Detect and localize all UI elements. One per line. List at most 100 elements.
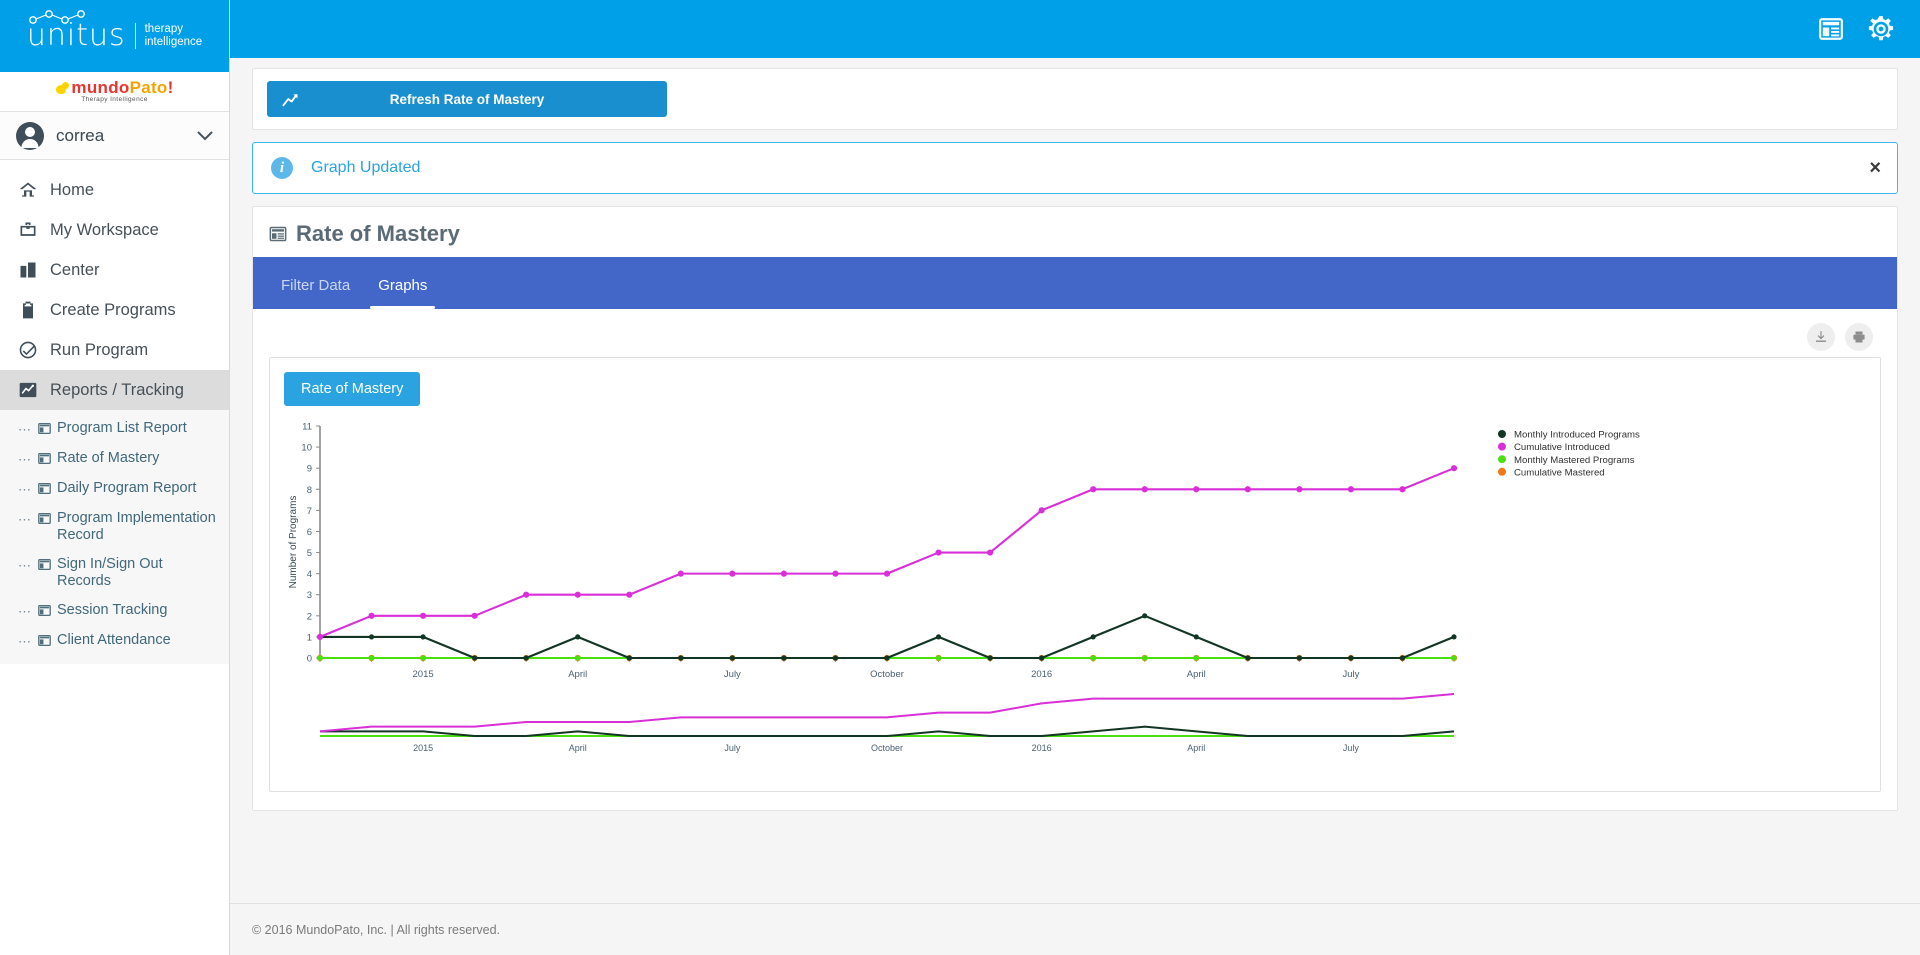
reports-subnav: ⋯ Program List Report ⋯ Rate of Mastery …	[0, 410, 229, 664]
refresh-rate-of-mastery-button[interactable]: Refresh Rate of Mastery	[267, 81, 667, 117]
legend-marker[interactable]	[1498, 467, 1506, 476]
series-point	[1039, 655, 1045, 661]
sidebar-subitem-label: Program Implementation Record	[57, 510, 216, 543]
tab-graphs[interactable]: Graphs	[364, 278, 441, 309]
sidebar-item-center[interactable]: Center	[0, 250, 229, 290]
chart-line-icon	[18, 380, 38, 400]
x-tick-label: 2016	[1031, 669, 1052, 680]
close-icon[interactable]: ×	[1869, 158, 1881, 178]
user-menu[interactable]: correa	[0, 112, 229, 160]
legend-label[interactable]: Cumulative Mastered	[1514, 467, 1605, 478]
legend-label[interactable]: Cumulative Introduced	[1514, 442, 1610, 453]
sidebar-item-sign-in-sign-out-records[interactable]: ⋯ Sign In/Sign Out Records	[0, 550, 229, 596]
navigator-x-tick-label: April	[569, 743, 587, 753]
series-point	[419, 612, 427, 619]
topbar	[230, 0, 1920, 58]
legend-marker[interactable]	[1498, 442, 1506, 451]
series-point	[574, 591, 581, 598]
print-icon[interactable]	[1845, 323, 1873, 351]
legend-label[interactable]: Monthly Introduced Programs	[1514, 430, 1640, 441]
navigator-x-tick-label: July	[724, 743, 741, 753]
navigator-x-tick-label: 2016	[1032, 743, 1052, 753]
panel-tabs: Filter Data Graphs	[253, 257, 1897, 309]
series-point	[316, 633, 324, 641]
alert-message: Graph Updated	[311, 159, 421, 176]
mundopato-part-3: !	[167, 78, 174, 98]
chart-title-button[interactable]: Rate of Mastery	[284, 372, 421, 406]
y-tick-label: 11	[302, 422, 312, 433]
series-point	[1142, 655, 1148, 661]
sidebar-item-session-tracking[interactable]: ⋯ Session Tracking	[0, 596, 229, 626]
series-point	[1296, 655, 1302, 661]
sidebar-item-label: Run Program	[50, 340, 149, 359]
sidebar-subitem-label: Session Tracking	[57, 602, 168, 618]
sidebar-item-run-program[interactable]: Run Program	[0, 330, 229, 370]
legend-marker[interactable]	[1498, 455, 1506, 464]
refresh-button-label: Refresh Rate of Mastery	[389, 91, 545, 107]
sidebar-item-program-implementation-record[interactable]: ⋯ Program Implementation Record	[0, 504, 229, 550]
check-circle-icon	[18, 340, 38, 360]
sidebar-item-daily-program-report[interactable]: ⋯ Daily Program Report	[0, 474, 229, 504]
unitus-tagline-line1: therapy	[144, 23, 183, 35]
dots-icon: ⋯	[18, 422, 32, 437]
info-icon: i	[271, 157, 293, 179]
sidebar-item-program-list-report[interactable]: ⋯ Program List Report	[0, 414, 229, 444]
sidebar-item-home[interactable]: Home	[0, 170, 229, 210]
series-point	[1451, 634, 1457, 640]
sidebar-subitem-label: Client Attendance	[57, 632, 171, 648]
series-point	[626, 591, 633, 598]
clipboard-icon	[18, 300, 38, 320]
report-icon	[269, 225, 287, 243]
chart-container: Rate of Mastery Number of Programs 0 1 2 3 4 5…	[269, 357, 1881, 792]
home-icon	[18, 180, 38, 200]
footer-copyright: © 2016 MundoPato, Inc. | All rights rese…	[252, 922, 501, 937]
sidebar-item-rate-of-mastery[interactable]: ⋯ Rate of Mastery	[0, 444, 229, 474]
series-point	[1193, 634, 1199, 640]
dots-icon: ⋯	[18, 604, 32, 619]
series-point	[523, 655, 529, 661]
navigator-series-line[interactable]	[319, 693, 1455, 733]
series-point	[368, 655, 375, 661]
reports-icon[interactable]	[1818, 16, 1844, 42]
page-content: Refresh Rate of Mastery i Graph Updated …	[230, 58, 1920, 811]
series-point	[575, 655, 581, 661]
series-point	[626, 655, 632, 661]
panel-header: Rate of Mastery	[253, 207, 1897, 257]
tab-filter-data[interactable]: Filter Data	[267, 278, 364, 309]
sidebar-item-label: My Workspace	[50, 220, 159, 239]
dots-icon: ⋯	[18, 634, 32, 649]
series-point	[420, 655, 426, 661]
series-point	[1244, 486, 1251, 493]
sidebar-item-client-attendance[interactable]: ⋯ Client Attendance	[0, 626, 229, 656]
gear-icon[interactable]	[1866, 14, 1896, 44]
legend-label[interactable]: Monthly Mastered Programs	[1514, 455, 1635, 466]
y-tick-label: 8	[307, 485, 312, 496]
x-tick-label: October	[870, 669, 904, 680]
x-tick-label: 2015	[413, 669, 434, 680]
series-point	[1090, 655, 1096, 661]
series-point	[1038, 507, 1045, 514]
duck-icon	[55, 82, 70, 95]
series-point	[1451, 655, 1457, 661]
unitus-logo: unitus therapy intelligence	[27, 10, 202, 51]
series-point	[1450, 465, 1458, 472]
chevron-down-icon[interactable]	[197, 130, 213, 141]
sidebar-item-create-programs[interactable]: Create Programs	[0, 290, 229, 330]
series-point	[1399, 655, 1406, 661]
rate-of-mastery-panel: Rate of Mastery Filter Data Graphs Rate …	[252, 206, 1898, 811]
navigator-x-tick-label: April	[1187, 743, 1205, 753]
sidebar-item-reports-tracking[interactable]: Reports / Tracking	[0, 370, 229, 410]
legend-marker[interactable]	[1498, 430, 1506, 438]
sidebar-item-label: Home	[50, 180, 95, 199]
y-tick-label: 2	[307, 611, 312, 622]
download-icon[interactable]	[1807, 323, 1835, 351]
navigator-series-line[interactable]	[320, 725, 1455, 737]
avatar	[16, 121, 44, 150]
sidebar-item-label: Create Programs	[50, 300, 176, 319]
navigator-x-tick-label: 2015	[413, 743, 433, 753]
series-point	[678, 655, 684, 661]
y-tick-label: 0	[307, 654, 312, 665]
y-tick-label: 10	[301, 443, 312, 454]
series-point	[1141, 486, 1148, 493]
sidebar-item-my-workspace[interactable]: My Workspace	[0, 210, 229, 250]
